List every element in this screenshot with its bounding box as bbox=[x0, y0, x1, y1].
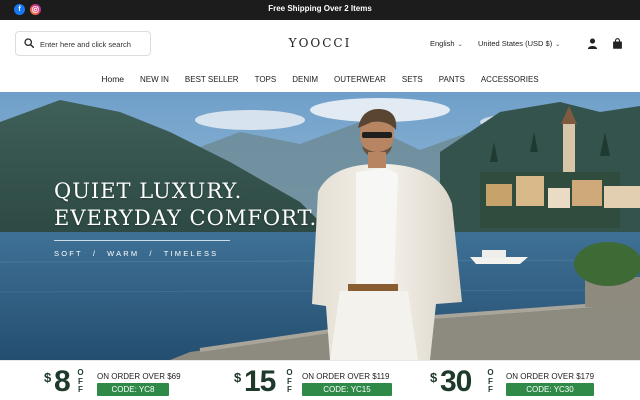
nav-item-sets[interactable]: SETS bbox=[394, 75, 431, 84]
hero-tag-warm: WARM bbox=[107, 249, 140, 258]
coupon-currency: $ bbox=[430, 370, 438, 385]
announcement-bar: f Free Shipping Over 2 Items bbox=[0, 0, 640, 20]
main-nav: Home NEW IN BEST SELLER TOPS DENIM OUTER… bbox=[0, 66, 640, 92]
nav-item-outerwear[interactable]: OUTERWEAR bbox=[326, 75, 394, 84]
coupon-currency: $ bbox=[44, 370, 52, 385]
nav-item-new-in[interactable]: NEW IN bbox=[132, 75, 177, 84]
tag-separator: / bbox=[92, 249, 98, 258]
currency-selector[interactable]: United States (USD $) ⌄ bbox=[478, 39, 560, 48]
chevron-down-icon: ⌄ bbox=[457, 42, 463, 48]
hero-headline-line-1: QUIET LUXURY. bbox=[54, 179, 243, 203]
site-header: YOOCCI English⌄ United States (USD $)⌄ bbox=[0, 20, 640, 66]
nav-item-tops[interactable]: TOPS bbox=[247, 75, 285, 84]
hero-tag-timeless: TIMELESS bbox=[163, 249, 219, 258]
announcement-text: Free Shipping Over 2 Items bbox=[268, 4, 372, 13]
coupon-off-label: OFF bbox=[286, 368, 293, 394]
chevron-down-icon: ⌄ bbox=[555, 42, 561, 48]
coupon-condition: ON ORDER OVER $179 bbox=[506, 372, 595, 381]
coupon-condition: ON ORDER OVER $69 bbox=[97, 372, 181, 381]
nav-item-best-seller[interactable]: BEST SELLER bbox=[177, 75, 247, 84]
nav-item-home[interactable]: Home bbox=[93, 74, 132, 84]
nav-item-denim[interactable]: DENIM bbox=[284, 75, 326, 84]
coupon-amount: 8 bbox=[54, 365, 71, 398]
tag-separator: / bbox=[149, 249, 154, 258]
hero-tagline: SOFT / WARM / TIMELESS bbox=[54, 249, 218, 258]
coupon-condition: ON ORDER OVER $119 bbox=[302, 372, 390, 381]
hero-headline: QUIET LUXURY. EVERYDAY COMFORT. bbox=[54, 178, 317, 232]
coupon-currency: $ bbox=[234, 370, 242, 385]
coupon-off-label: OFF bbox=[487, 368, 494, 394]
coupon-off-label: OFF bbox=[77, 368, 84, 394]
account-icon[interactable] bbox=[587, 38, 598, 49]
coupon-code[interactable]: CODE: YC15 bbox=[302, 383, 392, 396]
coupon-bar: $ 8 OFF ON ORDER OVER $69 CODE: YC8 $ 15… bbox=[0, 360, 640, 400]
currency-label: United States (USD $) bbox=[478, 39, 553, 48]
coupon-code[interactable]: CODE: YC30 bbox=[506, 383, 594, 396]
hero-divider bbox=[54, 240, 230, 241]
nav-item-accessories[interactable]: ACCESSORIES bbox=[473, 75, 547, 84]
hero-tag-soft: SOFT bbox=[54, 249, 83, 258]
language-selector[interactable]: English ⌄ bbox=[430, 39, 463, 48]
coupon-amount: 15 bbox=[244, 365, 276, 398]
language-label: English bbox=[430, 39, 455, 48]
coupon-code[interactable]: CODE: YC8 bbox=[97, 383, 169, 396]
hero-headline-line-2: EVERYDAY COMFORT. bbox=[54, 206, 318, 230]
shopping-bag-icon[interactable] bbox=[612, 38, 623, 49]
coupon-amount: 30 bbox=[440, 365, 472, 398]
hero-banner[interactable]: QUIET LUXURY. EVERYDAY COMFORT. SOFT / WAR… bbox=[0, 92, 640, 360]
nav-item-pants[interactable]: PANTS bbox=[431, 75, 473, 84]
